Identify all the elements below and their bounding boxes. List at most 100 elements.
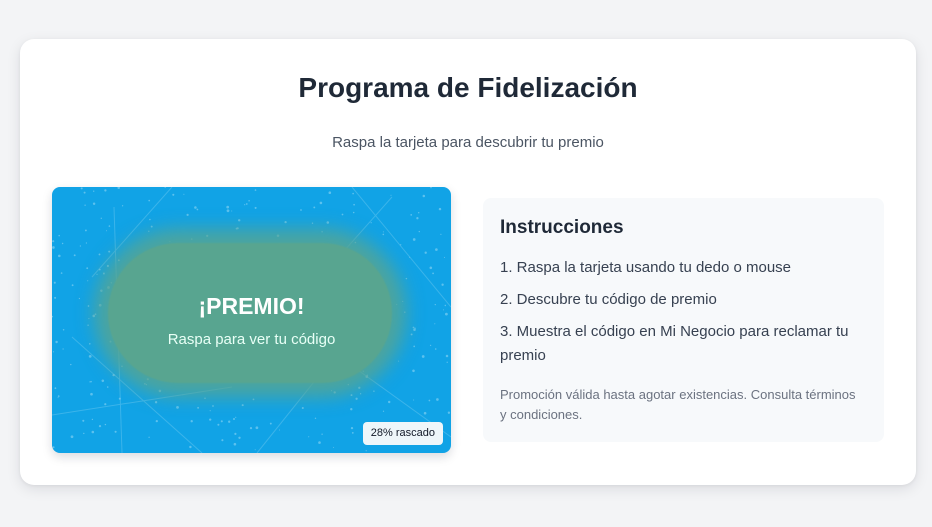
speckle — [88, 355, 92, 358]
speckle — [90, 392, 93, 396]
speckle — [370, 222, 372, 224]
speckle — [155, 419, 158, 423]
page-subtitle: Raspa la tarjeta para descubrir tu premi… — [332, 134, 604, 151]
speckle — [351, 432, 354, 434]
speckle — [382, 233, 385, 236]
speckle — [254, 449, 256, 451]
speckle — [121, 365, 123, 368]
speckle — [83, 191, 86, 194]
speckle — [87, 280, 89, 282]
speckle — [430, 187, 432, 189]
speckle — [52, 351, 55, 353]
speckle — [236, 227, 239, 230]
speckle — [354, 241, 357, 244]
speckle — [235, 416, 237, 418]
speckle — [82, 419, 85, 422]
speckle — [197, 406, 200, 409]
speckle — [434, 323, 436, 325]
speckle — [92, 202, 96, 206]
speckle — [333, 391, 336, 394]
speckle — [114, 430, 117, 433]
speckle — [347, 383, 349, 386]
page-title: Programa de Fidelización — [298, 72, 638, 103]
speckle — [232, 417, 236, 421]
speckle — [148, 230, 150, 232]
speckle — [209, 410, 211, 412]
speckle — [71, 284, 74, 287]
speckle — [254, 189, 257, 191]
speckle — [110, 282, 113, 284]
speckle — [150, 225, 153, 228]
speckle — [190, 420, 193, 423]
speckle — [418, 212, 420, 214]
speckle — [176, 406, 179, 409]
speckle — [231, 210, 233, 212]
speckle — [365, 450, 367, 452]
speckle — [194, 206, 197, 209]
speckle — [52, 246, 55, 249]
speckle — [400, 244, 402, 246]
speckle — [91, 418, 94, 421]
speckle — [418, 230, 420, 233]
speckle — [190, 238, 193, 240]
speckle — [409, 256, 411, 258]
speckle — [331, 390, 333, 392]
speckle — [104, 189, 107, 192]
speckle — [106, 264, 109, 268]
speckle — [314, 417, 317, 420]
speckle — [57, 397, 59, 399]
speckle — [412, 238, 416, 241]
speckle — [149, 218, 151, 221]
speckle — [416, 217, 419, 220]
speckle — [423, 411, 427, 415]
speckle — [440, 233, 442, 235]
speckle — [449, 190, 451, 192]
speckle — [100, 217, 102, 219]
speckle — [148, 199, 151, 202]
speckle — [85, 242, 88, 244]
speckle — [84, 229, 87, 232]
speckle — [57, 395, 60, 397]
instruction-step: 1. Raspa la tarjeta usando tu dedo o mou… — [500, 259, 792, 276]
speckle — [91, 430, 95, 434]
speckle — [318, 441, 321, 444]
speckle — [359, 393, 362, 395]
speckle — [447, 411, 451, 414]
speckle — [333, 446, 335, 448]
speckle — [341, 213, 344, 216]
speckle — [206, 234, 209, 237]
speckle — [387, 400, 391, 404]
speckle — [319, 201, 323, 205]
speckle — [86, 267, 89, 270]
speckle — [244, 204, 246, 206]
speckle — [102, 272, 105, 275]
speckle — [438, 207, 442, 211]
speckle — [93, 190, 95, 192]
speckle — [311, 222, 314, 224]
speckle — [313, 206, 316, 209]
speckle — [80, 187, 83, 190]
speckle — [410, 214, 413, 216]
instructions-title: Instrucciones — [500, 217, 624, 238]
speckle — [234, 432, 237, 435]
speckle — [172, 193, 175, 196]
speckle — [204, 397, 206, 399]
speckle — [53, 281, 56, 284]
speckle — [255, 426, 259, 430]
speckle — [84, 204, 86, 206]
speckle — [118, 397, 121, 400]
speckle — [186, 213, 189, 217]
speckle — [83, 432, 85, 435]
speckle — [382, 231, 384, 233]
speckle — [104, 423, 107, 426]
scratch-card[interactable]: ¡PREMIO! Raspa para ver tu código 28% ra… — [52, 187, 451, 453]
instructions-list: 1. Raspa la tarjeta usando tu dedo o mou… — [500, 256, 870, 376]
speckle — [70, 435, 74, 439]
speckle — [352, 192, 354, 195]
speckle — [220, 420, 223, 423]
speckle — [405, 277, 408, 280]
speckle — [90, 380, 92, 383]
speckle — [429, 266, 433, 270]
speckle — [424, 251, 427, 254]
speckle — [217, 423, 220, 426]
